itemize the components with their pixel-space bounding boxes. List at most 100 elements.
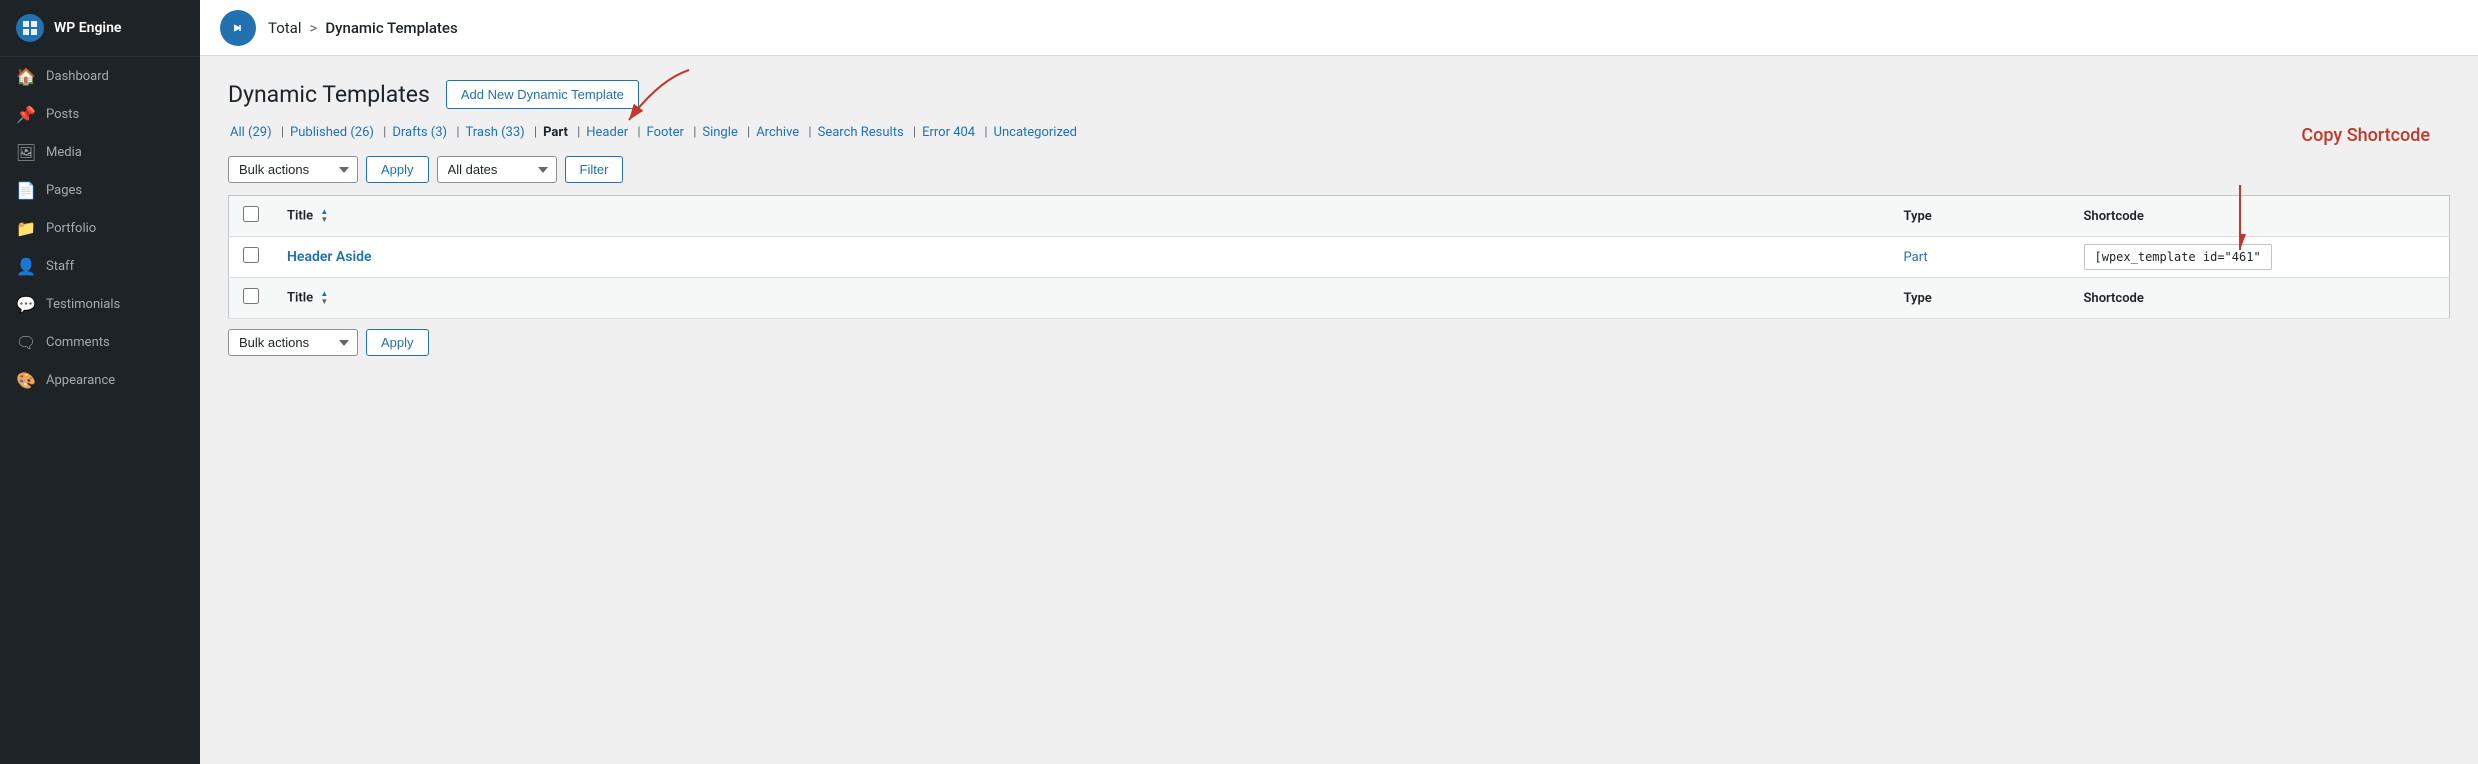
appearance-icon: 🎨 bbox=[16, 370, 36, 390]
filter-separator: | bbox=[740, 125, 754, 140]
title-sort-arrows[interactable]: ▲ ▼ bbox=[320, 208, 328, 224]
sidebar-item-label-appearance: Appearance bbox=[46, 373, 115, 388]
row-type-link[interactable]: Part bbox=[1904, 250, 1928, 265]
sidebar-item-label-comments: Comments bbox=[46, 335, 110, 350]
filter-link-text-search-results[interactable]: Search Results bbox=[816, 125, 906, 140]
sidebar-item-label-pages: Pages bbox=[46, 183, 82, 198]
filter-separator: | bbox=[977, 125, 991, 140]
filter-link-text-trash[interactable]: Trash (33) bbox=[464, 125, 527, 140]
filter-link-text-error-404[interactable]: Error 404 bbox=[920, 125, 977, 140]
th-type-bottom: Type bbox=[1890, 278, 2070, 319]
title-sort-arrows-bottom[interactable]: ▲ ▼ bbox=[320, 290, 328, 306]
apply-button-bottom[interactable]: Apply bbox=[366, 329, 429, 356]
filter-link-header[interactable]: Header | bbox=[584, 125, 644, 140]
comments-icon: 🗨 bbox=[16, 332, 36, 352]
testimonials-icon: 💬 bbox=[16, 294, 36, 314]
filter-separator: | bbox=[449, 125, 463, 140]
filter-separator: | bbox=[801, 125, 815, 140]
title-col-label-bottom: Title bbox=[287, 290, 313, 305]
toolbar-bottom: Bulk actions Edit Move to Trash Apply bbox=[228, 319, 2450, 360]
shortcode-value[interactable]: [wpex_template id="461" bbox=[2084, 244, 2272, 270]
filter-link-single[interactable]: Single | bbox=[700, 125, 754, 140]
posts-icon: 📌 bbox=[16, 104, 36, 124]
breadcrumb-separator: > bbox=[310, 19, 318, 37]
page-title: Dynamic Templates bbox=[228, 81, 430, 108]
title-col-label: Title bbox=[287, 208, 313, 223]
row-type-cell: Part bbox=[1890, 237, 2070, 278]
breadcrumb-root[interactable]: Total bbox=[268, 19, 302, 37]
staff-icon: 👤 bbox=[16, 256, 36, 276]
topbar-logo-icon bbox=[220, 10, 256, 46]
sidebar-item-label-testimonials: Testimonials bbox=[46, 297, 120, 312]
filter-button[interactable]: Filter bbox=[565, 156, 624, 183]
select-all-checkbox[interactable] bbox=[243, 206, 259, 222]
row-shortcode-cell: [wpex_template id="461" bbox=[2070, 237, 2450, 278]
sidebar-item-portfolio[interactable]: 📁 Portfolio bbox=[0, 209, 200, 247]
sidebar-item-testimonials[interactable]: 💬 Testimonials bbox=[0, 285, 200, 323]
portfolio-icon: 📁 bbox=[16, 218, 36, 238]
bulk-actions-select-bottom[interactable]: Bulk actions Edit Move to Trash bbox=[228, 329, 358, 356]
filter-link-text-uncategorized[interactable]: Uncategorized bbox=[992, 125, 1079, 140]
sidebar-item-staff[interactable]: 👤 Staff bbox=[0, 247, 200, 285]
filter-link-text-single[interactable]: Single bbox=[700, 125, 739, 140]
apply-button[interactable]: Apply bbox=[366, 156, 429, 183]
filter-link-part[interactable]: Part | bbox=[541, 125, 584, 140]
sidebar-logo[interactable]: WP Engine bbox=[0, 0, 200, 57]
filter-link-text-archive[interactable]: Archive bbox=[754, 125, 801, 140]
table-header-row-bottom: Title ▲ ▼ Type Shortcode bbox=[229, 278, 2450, 319]
filter-separator: | bbox=[376, 125, 390, 140]
filter-link-published[interactable]: Published (26) | bbox=[288, 125, 390, 140]
filter-link-text-published[interactable]: Published (26) bbox=[288, 125, 376, 140]
media-icon: 🖼 bbox=[16, 142, 36, 162]
sidebar-item-label-dashboard: Dashboard bbox=[46, 69, 109, 84]
filter-separator: | bbox=[906, 125, 920, 140]
filter-link-uncategorized[interactable]: Uncategorized bbox=[992, 125, 1079, 140]
sidebar-item-comments[interactable]: 🗨 Comments bbox=[0, 323, 200, 361]
filter-separator: | bbox=[527, 125, 541, 140]
row-title-cell: Header Aside bbox=[273, 237, 1890, 278]
sidebar-item-pages[interactable]: 📄 Pages bbox=[0, 171, 200, 209]
filter-link-text-footer[interactable]: Footer bbox=[645, 125, 686, 140]
filter-link-archive[interactable]: Archive | bbox=[754, 125, 815, 140]
filter-link-text-drafts[interactable]: Drafts (3) bbox=[390, 125, 449, 140]
filter-separator: | bbox=[686, 125, 700, 140]
sidebar-item-media[interactable]: 🖼 Media bbox=[0, 133, 200, 171]
type-col-label-bottom: Type bbox=[1904, 291, 1932, 306]
select-all-checkbox-bottom[interactable] bbox=[243, 288, 259, 304]
templates-table: Title ▲ ▼ Type Shortcode bbox=[228, 195, 2450, 278]
breadcrumb-current: Dynamic Templates bbox=[325, 19, 457, 37]
row-title-link[interactable]: Header Aside bbox=[287, 249, 372, 265]
filter-link-text-header[interactable]: Header bbox=[584, 125, 630, 140]
type-col-label: Type bbox=[1904, 209, 1932, 224]
table-row: Header Aside Part [wpex_template id="461… bbox=[229, 237, 2450, 278]
filter-link-error-404[interactable]: Error 404 | bbox=[920, 125, 991, 140]
add-new-button[interactable]: Add New Dynamic Template bbox=[446, 80, 639, 109]
sidebar-item-appearance[interactable]: 🎨 Appearance bbox=[0, 361, 200, 399]
table-header-row: Title ▲ ▼ Type Shortcode bbox=[229, 196, 2450, 237]
th-checkbox bbox=[229, 196, 274, 237]
row-checkbox[interactable] bbox=[243, 247, 259, 263]
breadcrumb: Total > Dynamic Templates bbox=[268, 19, 458, 37]
filter-link-trash[interactable]: Trash (33) | bbox=[464, 125, 542, 140]
sidebar-item-posts[interactable]: 📌 Posts bbox=[0, 95, 200, 133]
templates-table-bottom: Title ▲ ▼ Type Shortcode bbox=[228, 278, 2450, 319]
sidebar-item-dashboard[interactable]: 🏠 Dashboard bbox=[0, 57, 200, 95]
filter-link-drafts[interactable]: Drafts (3) | bbox=[390, 125, 463, 140]
filter-link-text-all[interactable]: All (29) bbox=[228, 125, 274, 140]
dashboard-icon: 🏠 bbox=[16, 66, 36, 86]
th-shortcode-bottom: Shortcode bbox=[2070, 278, 2450, 319]
page-header: Dynamic Templates Add New Dynamic Templa… bbox=[228, 80, 2450, 109]
filter-link-search-results[interactable]: Search Results | bbox=[816, 125, 920, 140]
filter-link-text-part[interactable]: Part bbox=[541, 125, 570, 140]
filter-link-footer[interactable]: Footer | bbox=[645, 125, 701, 140]
sidebar-logo-label: WP Engine bbox=[54, 20, 121, 36]
sort-arrow-down: ▼ bbox=[320, 216, 328, 224]
shortcode-col-label: Shortcode bbox=[2084, 209, 2144, 224]
dates-select[interactable]: All dates bbox=[437, 156, 557, 183]
th-checkbox-bottom bbox=[229, 278, 274, 319]
filter-link-all[interactable]: All (29) | bbox=[228, 125, 288, 140]
sidebar-item-label-posts: Posts bbox=[46, 107, 79, 122]
toolbar: Bulk actions Edit Move to Trash Apply Al… bbox=[228, 156, 2450, 183]
bulk-actions-select[interactable]: Bulk actions Edit Move to Trash bbox=[228, 156, 358, 183]
sidebar-item-label-staff: Staff bbox=[46, 259, 74, 274]
